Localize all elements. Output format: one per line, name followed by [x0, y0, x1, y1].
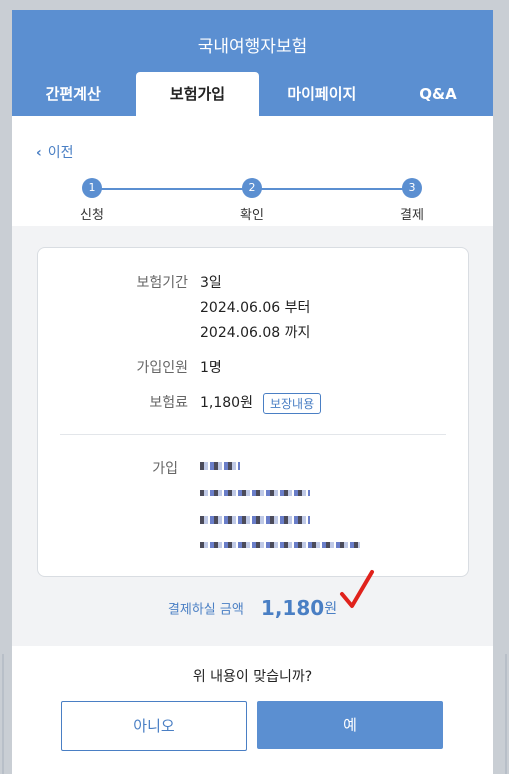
insurance-app-panel: 국내여행자보험 간편계산 보험가입 마이페이지 Q&A ‹ 이전 1 신청 2 확…	[12, 10, 493, 774]
tab-signup[interactable]: 보험가입	[136, 72, 259, 116]
confirm-question: 위 내용이 맞습니까?	[192, 669, 313, 685]
payment-unit: 원	[324, 601, 338, 617]
period-end: 2024.06.08 까지	[200, 325, 311, 341]
step-3: 3 결제	[372, 178, 452, 223]
yes-button[interactable]: 예	[257, 701, 443, 749]
summary-card: 보험기간 3일 2024.06.06 부터 2024.06.08 까지 가입인원…	[37, 247, 469, 577]
tab-qa[interactable]: Q&A	[383, 72, 493, 116]
step-number: 2	[242, 178, 262, 198]
divider	[60, 434, 446, 435]
coverage-button[interactable]: 보장내용	[262, 392, 322, 414]
redacted-info	[200, 490, 310, 496]
period-label: 보험기간	[136, 275, 188, 291]
back-label: 이전	[47, 145, 74, 161]
tab-mypage[interactable]: 마이페이지	[261, 72, 383, 116]
period-days: 3일	[200, 275, 222, 291]
payment-label: 결제하실 금액	[167, 602, 244, 618]
check-mark-icon	[340, 570, 374, 608]
premium-value: 1,180원	[200, 395, 253, 411]
step-number: 1	[82, 178, 102, 198]
members-value: 1명	[200, 360, 222, 376]
step-1: 1 신청	[52, 178, 132, 223]
step-label: 결제	[400, 208, 424, 223]
tab-bar: 간편계산 보험가입 마이페이지 Q&A	[12, 72, 493, 116]
page-title: 국내여행자보험	[197, 37, 308, 57]
header: 국내여행자보험 간편계산 보험가입 마이페이지 Q&A	[12, 10, 493, 116]
redacted-info	[200, 542, 360, 548]
payment-summary: 결제하실 금액 1,180원	[12, 596, 493, 620]
premium-label: 보험료	[149, 395, 188, 411]
redacted-info	[200, 516, 310, 524]
step-number: 3	[402, 178, 422, 198]
tab-quick-calc[interactable]: 간편계산	[12, 72, 134, 116]
no-button[interactable]: 아니오	[61, 701, 247, 751]
back-link[interactable]: ‹ 이전	[36, 142, 74, 162]
redacted-name	[200, 462, 240, 470]
chevron-left-icon: ‹	[36, 145, 42, 161]
step-2: 2 확인	[212, 178, 292, 223]
step-indicator: ‹ 이전 1 신청 2 확인 3 결제	[12, 116, 493, 226]
period-start: 2024.06.06 부터	[200, 300, 311, 316]
step-label: 확인	[240, 208, 264, 223]
payment-amount: 1,180	[260, 596, 325, 620]
step-label: 신청	[80, 208, 104, 223]
subscriber-label: 가입	[152, 461, 178, 477]
members-label: 가입인원	[136, 360, 188, 376]
premium-value-wrap: 1,180원 보장내용	[200, 392, 322, 414]
